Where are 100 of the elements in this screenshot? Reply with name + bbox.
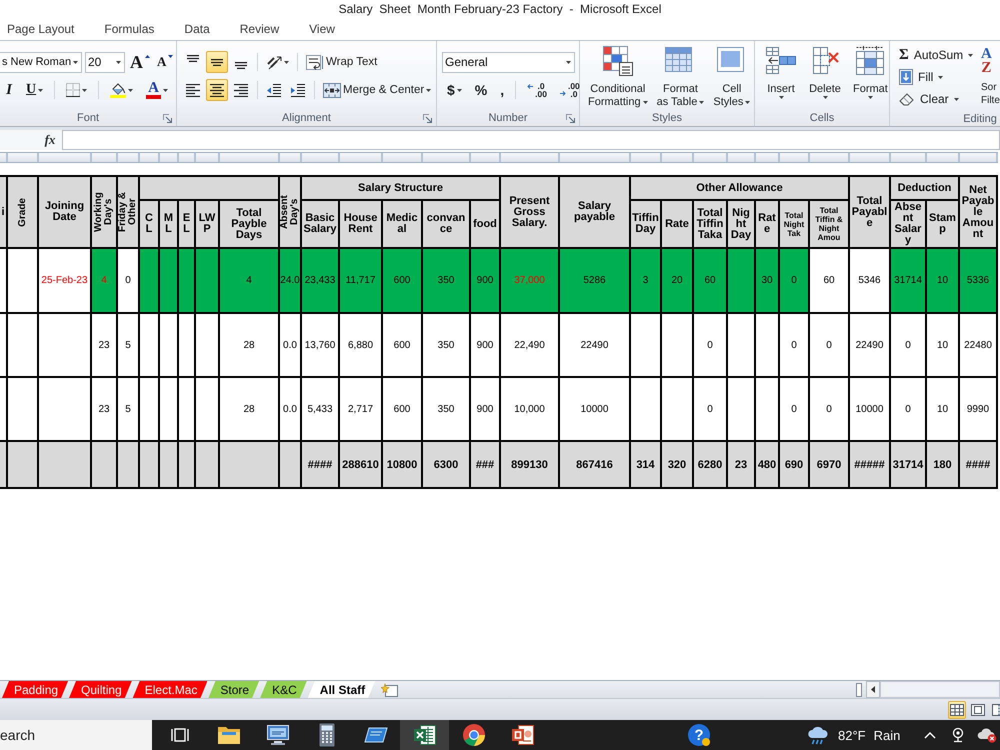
table-cell: 10 [927, 249, 958, 312]
column-header: Basic Salary [302, 201, 338, 247]
align-center-icon [210, 84, 224, 96]
ribbon-tab[interactable]: Formulas [102, 19, 156, 39]
table-cell: 0 [810, 378, 848, 440]
total-cell [0, 442, 6, 487]
ribbon-tab[interactable]: Review [238, 19, 282, 39]
column-group-header: Salary Structure [302, 177, 499, 199]
italic-button[interactable]: I [0, 79, 18, 101]
column-header: Grade [8, 177, 37, 247]
sheet-tab[interactable]: Quilting [69, 681, 132, 698]
comma-style-button[interactable]: , [495, 79, 510, 101]
format-button[interactable]: Format [849, 43, 892, 109]
table-cell: 22490 [850, 314, 889, 376]
caret-icon [642, 101, 648, 104]
merge-center-button[interactable]: Merge & Center [320, 79, 434, 101]
split-handle[interactable] [856, 682, 862, 696]
dialog-launcher-icon[interactable] [163, 114, 172, 122]
insert-sheet-icon[interactable] [381, 682, 400, 696]
taskbar-button[interactable] [400, 720, 449, 750]
warning-badge-icon [702, 738, 710, 746]
table-cell: 10000 [560, 378, 629, 440]
wrap-text-button[interactable]: Wrap Text [303, 51, 380, 73]
webcam-icon[interactable] [951, 727, 966, 743]
font-color-button[interactable]: A [141, 79, 173, 101]
total-cell: 6280 [694, 442, 726, 487]
scroll-left-button[interactable] [866, 681, 880, 698]
weather-temperature[interactable]: 82°F [838, 728, 866, 742]
autosum-button[interactable]: Σ AutoSum [896, 45, 976, 65]
weather-condition[interactable]: Rain [874, 728, 900, 742]
table-cell: 5336 [960, 249, 996, 312]
caret-icon [73, 60, 78, 64]
table-cell: 0 [780, 378, 808, 440]
dialog-launcher-icon[interactable] [423, 114, 432, 122]
column-header: E L [179, 201, 194, 247]
paint-bucket-icon [110, 82, 126, 98]
group-label: Editing [963, 113, 997, 125]
horizontal-scrollbar[interactable] [880, 681, 1000, 698]
clear-button[interactable]: Clear [896, 89, 962, 109]
decrease-decimal-button[interactable]: .00 .0 [554, 79, 585, 101]
total-cell [8, 442, 37, 487]
sheet-tab[interactable]: Store [208, 681, 260, 698]
sheet-tab[interactable]: Padding [2, 681, 68, 698]
task-view-icon [170, 726, 188, 744]
column-header: Stamp [927, 201, 958, 247]
group-label: Font [77, 112, 100, 124]
fill-button[interactable]: Fill [896, 67, 946, 87]
table-cell: 28 [220, 314, 278, 376]
ribbon-tab[interactable]: Data [182, 19, 212, 39]
total-cell [179, 442, 194, 487]
up-triangle-icon [145, 55, 150, 58]
sheet-tab[interactable]: Elect.Mac [132, 681, 208, 698]
delete-button[interactable]: Delete [805, 43, 845, 109]
caret-icon [284, 60, 289, 64]
tablet-icon [364, 726, 388, 744]
column-header: Tiffin Day [631, 201, 660, 247]
font-name-field[interactable]: s New Roman [0, 52, 82, 72]
cell-styles-button[interactable]: Cell Styles [709, 43, 754, 109]
underline-button[interactable]: U [21, 79, 48, 101]
format-as-table-button[interactable]: Format as Table [652, 43, 708, 109]
page-layout-icon [971, 704, 985, 716]
percent-button[interactable]: % [470, 79, 492, 101]
caret-icon [778, 96, 784, 99]
sort-filter-button[interactable]: A Z Sor Filte [980, 45, 1000, 111]
table-cell: 0 [694, 378, 726, 440]
column-header: Total Tiffin & Night Amou [810, 201, 848, 247]
chevron-up-icon[interactable] [924, 731, 936, 739]
help-button[interactable]: ? [688, 724, 710, 746]
dialog-launcher-icon[interactable] [566, 114, 575, 122]
column-header: i [0, 177, 6, 247]
currency-button[interactable]: $ [442, 79, 467, 101]
normal-view-button[interactable] [948, 700, 966, 718]
grow-font-button[interactable]: A [128, 51, 152, 73]
total-cell [118, 442, 138, 487]
column-header: Friday & Other [118, 177, 138, 247]
caret-icon [822, 96, 828, 99]
cloud-error-icon[interactable] [977, 727, 998, 743]
align-middle-button[interactable] [206, 51, 228, 73]
align-center-button[interactable] [206, 79, 228, 101]
shrink-font-button[interactable]: A [155, 51, 176, 73]
left-triangle-icon [871, 686, 875, 693]
total-cell: 31714 [891, 442, 925, 487]
conditional-formatting-button[interactable]: Conditional Formatting [584, 43, 652, 109]
search-field[interactable]: earch [0, 720, 152, 750]
increase-decimal-button[interactable]: .0 .00 [522, 79, 552, 101]
font-size-field[interactable]: 20 [85, 52, 125, 72]
sheet-tab[interactable]: All Staff [308, 681, 376, 698]
insert-function-button[interactable]: fx [38, 130, 62, 150]
ribbon-tab[interactable]: View [307, 19, 337, 39]
sheet-tab[interactable]: K&C [260, 681, 307, 698]
table-cell: 0 [780, 314, 808, 376]
column-header: Total Payable [850, 177, 889, 247]
formula-input-field[interactable] [62, 130, 1000, 150]
ribbon-tab[interactable]: Page Layout [5, 19, 76, 39]
number-format-field[interactable]: General [442, 52, 575, 72]
rain-cloud-icon[interactable] [806, 724, 830, 746]
insert-button[interactable]: Insert [761, 43, 801, 109]
total-cell: 899130 [501, 442, 558, 487]
total-cell: 314 [631, 442, 660, 487]
presentation-app-icon [510, 724, 534, 746]
